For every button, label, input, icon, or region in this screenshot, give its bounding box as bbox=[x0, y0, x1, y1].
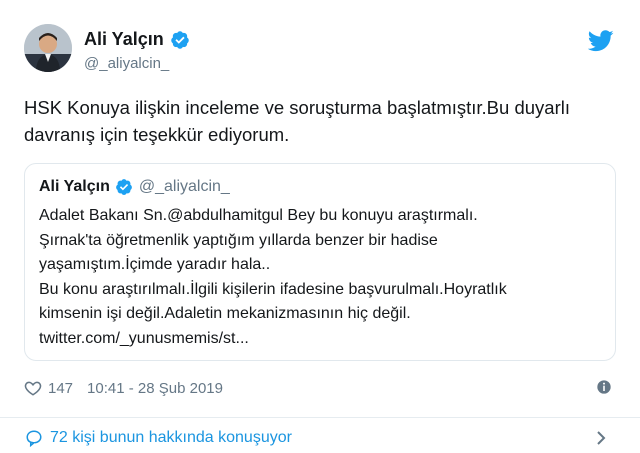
quoted-text-line: yaşamıştım.İçimde yaradır hala.. bbox=[39, 256, 271, 273]
chevron-right-icon[interactable] bbox=[594, 430, 608, 446]
reply-bubble-icon bbox=[26, 430, 42, 447]
embedded-tweet: Ali Yalçın @_aliyalcin_ HSK Konuya ilişk… bbox=[0, 0, 640, 453]
conversation-text[interactable]: 72 kişi bunun hakkında konuşuyor bbox=[50, 429, 292, 447]
heart-icon bbox=[24, 381, 42, 396]
like-button[interactable]: 147 bbox=[24, 379, 73, 397]
quoted-text-line: Şırnak'ta öğretmenlik yaptığım yıllarda … bbox=[39, 231, 438, 249]
quoted-tweet-text: Adalet Bakanı Sn.@abdulhamitgul Bey bu k… bbox=[39, 204, 604, 351]
twitter-bird-icon[interactable] bbox=[588, 30, 614, 52]
quoted-author-row: Ali Yalçın @_aliyalcin_ bbox=[39, 178, 230, 196]
verified-badge-icon bbox=[115, 179, 132, 195]
author-handle[interactable]: @_aliyalcin_ bbox=[84, 55, 169, 72]
tweet-text: HSK Konuya ilişkin inceleme ve soruşturm… bbox=[24, 97, 570, 145]
tweet-timestamp[interactable]: 10:41 - 28 Şub 2019 bbox=[87, 380, 223, 397]
quoted-text-line: Adalet Bakanı Sn.@abdulhamitgul Bey bu k… bbox=[39, 207, 478, 224]
quoted-author-handle: @_aliyalcin_ bbox=[138, 178, 230, 195]
tweet-meta-row: 147 10:41 - 28 Şub 2019 bbox=[24, 378, 616, 398]
verified-badge-icon bbox=[170, 30, 189, 49]
quoted-text-line: Bu konu araştırılmalı.İlgili kişilerin i… bbox=[39, 280, 507, 298]
quoted-tweet-card[interactable]: Ali Yalçın @_aliyalcin_ Adalet Bakanı Sn… bbox=[24, 163, 616, 361]
quoted-author-name: Ali Yalçın bbox=[39, 178, 110, 195]
author-name[interactable]: Ali Yalçın bbox=[84, 29, 164, 50]
quoted-text-line: kimsenin işi değil.Adaletin mekanizmasın… bbox=[39, 305, 411, 322]
author-row: Ali Yalçın bbox=[84, 29, 190, 50]
avatar[interactable] bbox=[24, 24, 72, 72]
conversation-link[interactable]: 72 kişi bunun hakkında konuşuyor bbox=[0, 418, 640, 453]
avatar-image bbox=[24, 24, 72, 72]
info-icon[interactable] bbox=[596, 379, 612, 395]
like-count: 147 bbox=[48, 379, 74, 397]
quoted-link[interactable]: twitter.com/_yunusmemis/st... bbox=[39, 327, 604, 352]
